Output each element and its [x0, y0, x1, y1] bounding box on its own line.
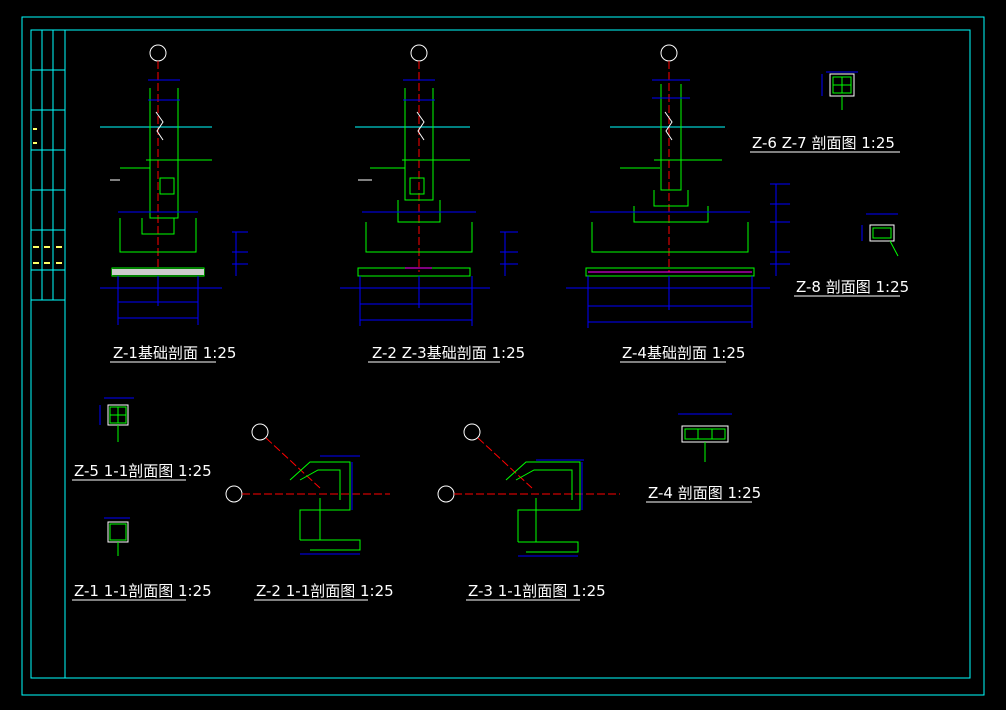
title-z1-foundation: Z-1基础剖面 1:25 [113, 344, 236, 362]
title-z6-z7-section: Z-6 Z-7 剖面图 1:25 [752, 134, 895, 152]
axis-bubble [437, 485, 455, 503]
z1-11-column-section [104, 517, 130, 556]
z6-z7-column-section [821, 71, 858, 110]
title-z8-section: Z-8 剖面图 1:25 [796, 278, 909, 296]
title-z4-section: Z-4 剖面图 1:25 [648, 484, 761, 502]
z5-11-column-section [99, 397, 134, 442]
axis-bubble [251, 423, 269, 441]
axis-bubble [149, 44, 167, 62]
cad-drawing-canvas: Z-1基础剖面 1:25 Z-2 Z-3基础剖面 1:25 Z-4基础剖面 1:… [21, 16, 985, 696]
title-z4-foundation: Z-4基础剖面 1:25 [622, 344, 745, 362]
z2-z3-foundation-section [340, 44, 518, 326]
title-z2-11-section: Z-2 1-1剖面图 1:25 [256, 582, 394, 600]
title-block-strip [30, 29, 66, 679]
z3-11-corner-section [437, 423, 620, 557]
z4-column-section [678, 413, 732, 462]
z2-11-corner-section [225, 423, 390, 555]
title-z5-11-section: Z-5 1-1剖面图 1:25 [74, 462, 212, 480]
z1-foundation-section [100, 44, 248, 325]
axis-bubble [225, 485, 243, 503]
axis-bubble [463, 423, 481, 441]
axis-bubble [410, 44, 428, 62]
z8-column-section [861, 213, 899, 257]
title-block-small-marks [33, 128, 62, 264]
title-z2-z3-foundation: Z-2 Z-3基础剖面 1:25 [372, 344, 525, 362]
title-z3-11-section: Z-3 1-1剖面图 1:25 [468, 582, 606, 600]
title-z1-11-section: Z-1 1-1剖面图 1:25 [74, 582, 212, 600]
axis-bubble [660, 44, 678, 62]
z4-foundation-section [566, 44, 790, 328]
